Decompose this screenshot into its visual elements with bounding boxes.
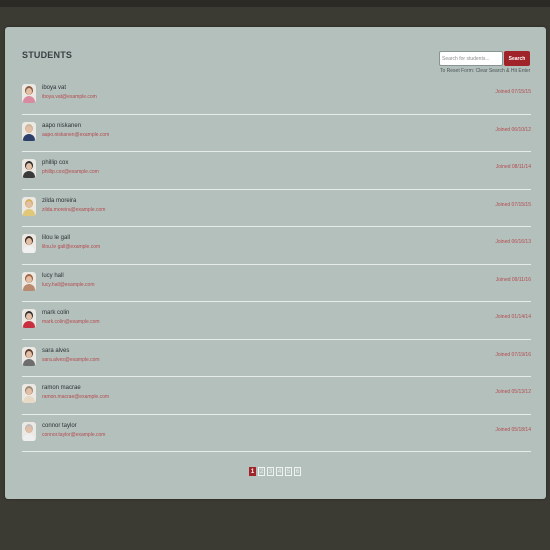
pagination: 123456 [249, 467, 301, 476]
list-item[interactable]: mark colin mark.colin@example.com Joined 0… [22, 302, 531, 340]
joined-date: Joined 07/19/16 [495, 351, 531, 358]
list-item[interactable]: connor taylor connor.taylor@example.com Jo… [22, 415, 531, 452]
page-link-1[interactable]: 1 [249, 467, 256, 476]
avatar-body [23, 321, 35, 328]
avatar [22, 421, 36, 441]
student-email[interactable]: sara.alves@example.com [42, 357, 100, 363]
reset-hint: To Reset Form: Clear Search & Hit Enter [440, 68, 531, 74]
list-item[interactable]: iboya vat iboya.vat@example.com Joined 07/… [22, 77, 531, 115]
student-name: aapo niskanen [42, 122, 82, 129]
avatar-face [26, 238, 32, 245]
student-email[interactable]: lilou.le gall@example.com [42, 244, 100, 250]
list-item[interactable]: lucy hall lucy.hall@example.com Joined 09/… [22, 265, 531, 302]
page-link-3[interactable]: 3 [267, 467, 274, 476]
student-name: iboya vat [42, 85, 67, 91]
avatar-body [23, 358, 35, 366]
student-name: phillip cox [42, 160, 69, 166]
list-item[interactable]: zilda moreira zilda.moreira@example.com Jo… [22, 190, 531, 227]
avatar-face [26, 200, 32, 208]
list-item[interactable]: sara alves sara.alves@example.com Joined 0… [22, 340, 531, 377]
avatar-face [26, 125, 32, 133]
student-name: lilou le gall [42, 235, 71, 241]
page-link-5[interactable]: 5 [285, 467, 292, 476]
avatar-body [23, 433, 35, 441]
avatar [22, 196, 36, 216]
search-button[interactable]: Search [504, 51, 530, 66]
student-name: connor taylor [42, 422, 77, 429]
list-item[interactable]: phillip cox phillip.cox@example.com Joined… [22, 152, 531, 190]
avatar [22, 271, 36, 291]
avatar [22, 384, 36, 403]
page-link-4[interactable]: 4 [276, 467, 283, 476]
page-link-6[interactable]: 6 [294, 467, 301, 476]
list-item[interactable]: aapo niskanen aapo.niskanen@example.com Jo… [22, 115, 531, 152]
student-list: iboya vat iboya.vat@example.com Joined 07/… [22, 77, 531, 452]
student-email[interactable]: ramon.macrae@example.com [42, 394, 109, 400]
avatar-face [26, 350, 32, 358]
joined-date: Joined 06/10/12 [495, 126, 531, 133]
student-email[interactable]: phillip.cox@example.com [42, 169, 99, 175]
avatar-face [26, 88, 32, 95]
avatar [22, 121, 36, 141]
joined-date: Joined 09/11/16 [495, 276, 531, 283]
joined-date: Joined 07/15/15 [495, 201, 531, 208]
student-email[interactable]: aapo.niskanen@example.com [42, 132, 109, 138]
joined-date: Joined 01/14/14 [495, 314, 531, 320]
avatar-body [23, 96, 35, 103]
joined-date: Joined 05/18/14 [495, 426, 531, 433]
avatar [22, 84, 36, 103]
joined-date: Joined 08/11/14 [495, 164, 531, 170]
student-email[interactable]: iboya.vat@example.com [42, 94, 97, 100]
joined-date: Joined 05/13/12 [495, 389, 531, 395]
search-input[interactable] [439, 51, 503, 66]
student-name: lucy hall [42, 272, 64, 279]
avatar-face [26, 425, 32, 433]
student-name: mark colin [42, 310, 70, 316]
student-email[interactable]: mark.colin@example.com [42, 319, 100, 325]
avatar-face [26, 275, 32, 283]
avatar-face [26, 163, 32, 170]
student-name: zilda moreira [42, 197, 77, 204]
page-title: STUDENTS [22, 50, 73, 60]
joined-date: Joined 06/16/13 [495, 239, 531, 245]
student-email[interactable]: zilda.moreira@example.com [42, 207, 105, 213]
avatar-body [23, 133, 35, 141]
list-item[interactable]: ramon macrae ramon.macrae@example.com Join… [22, 377, 531, 415]
avatar-face [26, 388, 32, 395]
student-email[interactable]: lucy.hall@example.com [42, 282, 95, 288]
avatar-body [23, 283, 35, 291]
avatar-body [23, 396, 35, 403]
avatar [22, 159, 36, 178]
student-name: ramon macrae [42, 385, 81, 391]
avatar-body [23, 208, 35, 216]
students-panel: STUDENTS Search To Reset Form: Clear Sea… [5, 27, 546, 499]
top-bar [0, 0, 550, 7]
student-name: sara alves [42, 347, 70, 354]
avatar [22, 309, 36, 328]
page-link-2[interactable]: 2 [258, 467, 265, 476]
list-item[interactable]: lilou le gall lilou.le gall@example.com Jo… [22, 227, 531, 265]
avatar-face [26, 313, 32, 320]
student-email[interactable]: connor.taylor@example.com [42, 432, 105, 438]
avatar-body [23, 246, 35, 253]
avatar-body [23, 171, 35, 178]
joined-date: Joined 07/15/15 [495, 89, 531, 95]
avatar [22, 234, 36, 253]
avatar [22, 346, 36, 366]
